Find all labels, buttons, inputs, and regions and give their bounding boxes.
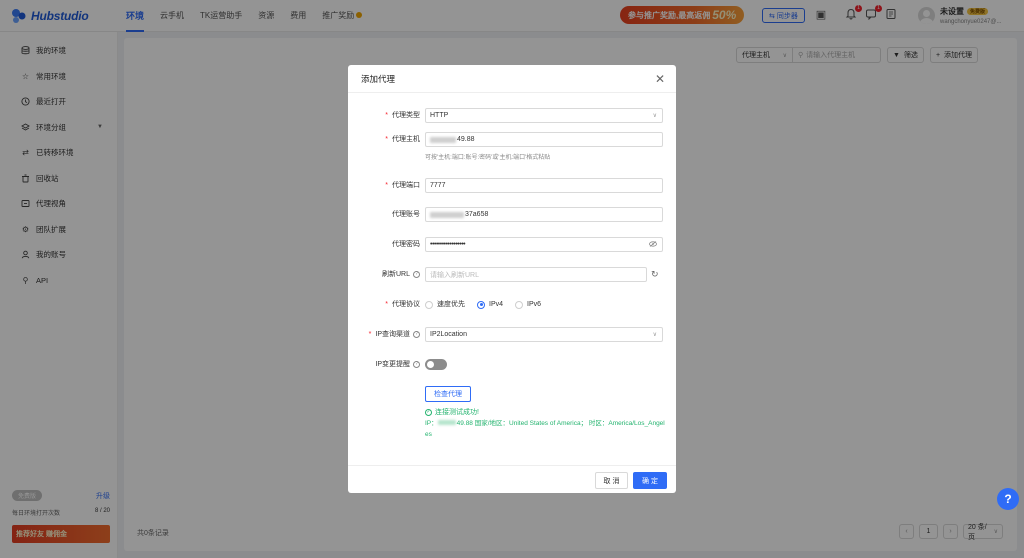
proxy-type-select[interactable]: HTTP ∨ bbox=[425, 108, 663, 123]
help-circle-icon[interactable]: ? bbox=[413, 271, 420, 278]
ip-info-text: IP： 49.88 国家/地区：United States of America；… bbox=[425, 418, 665, 440]
refresh-url-label-text: 刷新URL bbox=[381, 271, 410, 278]
help-button[interactable]: ? bbox=[997, 488, 1019, 510]
question-icon: ? bbox=[1004, 492, 1012, 506]
radio-label: 速度优先 bbox=[437, 301, 465, 308]
radio-indicator bbox=[515, 300, 524, 309]
close-icon[interactable]: ✕ bbox=[655, 73, 665, 85]
confirm-button[interactable]: 确 定 bbox=[633, 472, 667, 489]
ip-info-detail: 49.88 国家/地区：United States of America； 时区… bbox=[425, 420, 665, 438]
protocol-label-text: 代理协议 bbox=[392, 301, 420, 308]
protocol-radio-group: 速度优先 IPv4 IPv6 bbox=[425, 297, 541, 312]
proxy-host-hint: 可按'主机:端口:账号:密码'或'主机:端口'格式粘贴 bbox=[425, 155, 551, 161]
check-success-text: 连接测试成功! bbox=[435, 409, 479, 416]
required-mark: * bbox=[368, 331, 372, 338]
radio-indicator-selected bbox=[477, 300, 485, 309]
dialog-header: 添加代理 ✕ bbox=[348, 65, 676, 93]
ip-change-alert-label-text: IP变更提醒 bbox=[375, 361, 410, 368]
required-mark: * bbox=[385, 301, 388, 308]
proxy-account-label: 代理账号 bbox=[392, 211, 420, 218]
required-mark: * bbox=[385, 112, 388, 119]
radio-ipv4[interactable]: IPv4 bbox=[477, 297, 503, 312]
chevron-down-icon: ∨ bbox=[652, 332, 657, 338]
ip-channel-select[interactable]: IP2Location ∨ bbox=[425, 327, 663, 342]
proxy-password-value: •••••••••••••••••• bbox=[430, 241, 466, 248]
protocol-label: * 代理协议 bbox=[385, 297, 420, 312]
dialog-footer: 取 消 确 定 bbox=[348, 465, 676, 493]
radio-label: IPv6 bbox=[527, 301, 542, 308]
proxy-type-label-text: 代理类型 bbox=[392, 112, 420, 119]
help-circle-icon[interactable]: ? bbox=[413, 331, 420, 338]
proxy-account-value: 37a658 bbox=[465, 211, 489, 218]
refresh-url-input[interactable]: 请输入刷新URL bbox=[425, 267, 647, 282]
refresh-url-label: 刷新URL? bbox=[382, 267, 420, 282]
check-circle-icon: ✓ bbox=[425, 408, 432, 416]
ip-prefix: IP： bbox=[425, 420, 438, 427]
eye-off-glyph-icon bbox=[649, 240, 657, 247]
proxy-password-label: 代理密码 bbox=[392, 241, 420, 248]
proxy-host-value: 49.88 bbox=[457, 136, 475, 143]
ip-channel-value: IP2Location bbox=[430, 331, 467, 338]
eye-off-icon[interactable] bbox=[649, 240, 657, 249]
proxy-account-input[interactable]: 37a658 bbox=[425, 207, 663, 222]
chevron-down-icon: ∨ bbox=[652, 113, 657, 119]
ip-change-alert-label: IP变更提醒? bbox=[375, 357, 420, 372]
proxy-port-input[interactable]: 7777 bbox=[425, 178, 663, 193]
radio-ipv6[interactable]: IPv6 bbox=[515, 297, 541, 312]
proxy-type-value: HTTP bbox=[430, 112, 449, 119]
redacted-text bbox=[430, 211, 464, 218]
required-mark: * bbox=[385, 182, 388, 189]
check-proxy-button[interactable]: 检查代理 bbox=[425, 386, 471, 402]
help-circle-icon[interactable]: ? bbox=[413, 361, 420, 368]
refresh-url-placeholder: 请输入刷新URL bbox=[430, 271, 480, 279]
proxy-password-input[interactable]: •••••••••••••••••• bbox=[425, 237, 663, 252]
cancel-button[interactable]: 取 消 bbox=[595, 472, 628, 489]
radio-speed-first[interactable]: 速度优先 bbox=[425, 297, 465, 312]
redacted-text bbox=[437, 420, 456, 425]
ip-change-alert-toggle[interactable] bbox=[425, 359, 447, 370]
proxy-host-label-text: 代理主机 bbox=[392, 136, 420, 143]
proxy-host-input[interactable]: 49.88 bbox=[425, 132, 663, 147]
proxy-port-value: 7777 bbox=[430, 182, 446, 189]
radio-indicator bbox=[425, 300, 433, 309]
proxy-port-label: * 代理端口 bbox=[385, 178, 420, 193]
refresh-icon[interactable]: ↻ bbox=[651, 269, 659, 279]
proxy-host-label: * 代理主机 bbox=[385, 132, 420, 147]
radio-label: IPv4 bbox=[489, 301, 504, 308]
proxy-port-label-text: 代理端口 bbox=[392, 182, 420, 189]
add-proxy-dialog: 添加代理 ✕ * 代理类型 HTTP ∨ * 代理主机 49.88 可按'主机:端口… bbox=[348, 65, 676, 493]
ip-channel-label: * IP查询渠道? bbox=[369, 327, 420, 342]
required-mark: * bbox=[385, 136, 388, 143]
ip-channel-label-text: IP查询渠道 bbox=[375, 331, 410, 338]
redacted-text bbox=[430, 136, 456, 143]
dialog-title: 添加代理 bbox=[361, 73, 396, 84]
check-success-message: ✓ 连接测试成功! bbox=[425, 407, 479, 417]
proxy-type-label: * 代理类型 bbox=[385, 108, 420, 123]
